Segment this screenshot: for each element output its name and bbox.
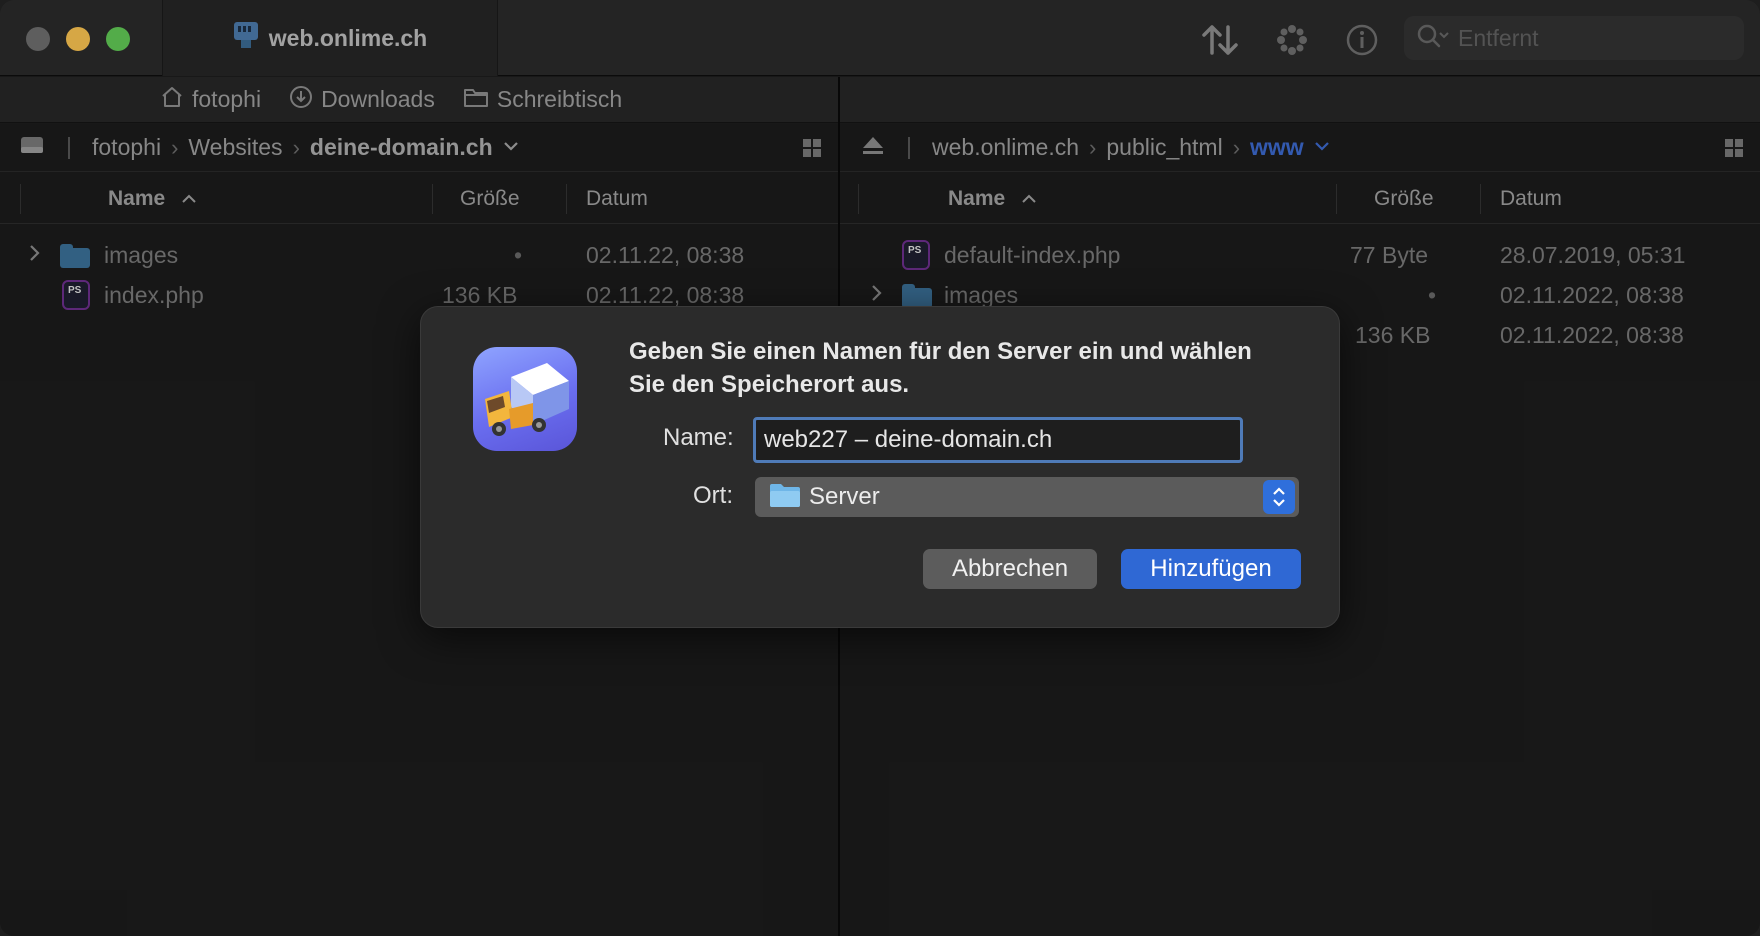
dialog-title: Geben Sie einen Namen für den Server ein… [629, 338, 1252, 398]
select-arrows-icon[interactable] [1263, 480, 1295, 514]
location-value: Server [809, 483, 880, 510]
location-select[interactable]: Server [755, 477, 1299, 517]
transmit-app-icon [473, 347, 577, 451]
name-label: Name: [663, 424, 734, 451]
app-window: web.onlime.ch Entfernt fotophi Downloads… [0, 0, 1760, 936]
cancel-button[interactable]: Abbrechen [923, 549, 1097, 589]
add-server-dialog: Geben Sie einen Namen für den Server ein… [420, 306, 1340, 628]
location-label: Ort: [693, 482, 733, 509]
add-button[interactable]: Hinzufügen [1121, 549, 1301, 589]
server-name-input[interactable] [753, 417, 1243, 463]
folder-icon [769, 482, 801, 513]
